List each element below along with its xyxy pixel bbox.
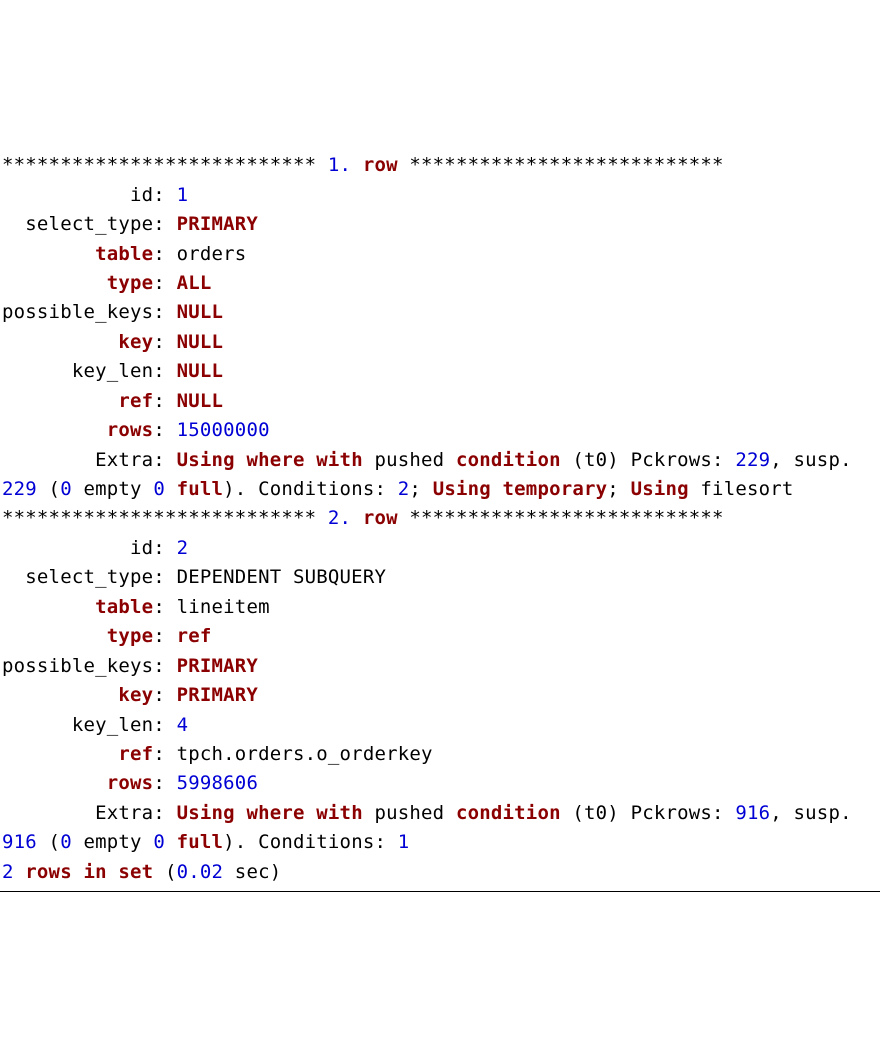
value-conditions: 2: [398, 478, 410, 500]
value-ref: tpch.orders.o_orderkey: [177, 743, 433, 765]
value-key: PRIMARY: [177, 684, 258, 706]
value-rows: 15000000: [177, 419, 270, 441]
value-pckrows: 229: [735, 449, 770, 471]
label-ref: ref: [118, 743, 153, 765]
label-table: table: [95, 596, 153, 618]
value-possible-keys: NULL: [177, 301, 224, 323]
value-rows: 5998606: [177, 772, 258, 794]
label-possible-keys: possible_keys:: [2, 655, 177, 677]
row-word: row: [363, 154, 398, 176]
value-susp: 916: [2, 831, 37, 853]
row-number: 2.: [328, 507, 351, 529]
value-pckrows: 916: [735, 802, 770, 824]
value-conditions: 1: [398, 831, 410, 853]
label-key-len: key_len:: [2, 360, 177, 382]
label-select-type: select_type:: [2, 213, 177, 235]
value-key-len: NULL: [177, 360, 224, 382]
label-extra: Extra:: [2, 802, 177, 824]
value-id: 1: [177, 184, 189, 206]
mysql-explain-output: *************************** 1. row *****…: [0, 147, 880, 892]
value-key: NULL: [177, 331, 224, 353]
row-number: 1.: [328, 154, 351, 176]
row-sep-stars: ***************************: [2, 154, 328, 176]
label-type: type: [107, 272, 154, 294]
value-key-len: 4: [177, 714, 189, 736]
label-extra: Extra:: [2, 449, 177, 471]
label-ref: ref: [118, 390, 153, 412]
row-word: row: [363, 507, 398, 529]
value-empty: 0: [60, 831, 72, 853]
label-rows: rows: [107, 419, 154, 441]
row-sep-stars: ***************************: [2, 507, 328, 529]
label-key: key: [118, 684, 153, 706]
value-ref: NULL: [177, 390, 224, 412]
footer-time: 0.02: [177, 861, 224, 883]
value-id: 2: [177, 537, 189, 559]
value-table: orders: [177, 243, 247, 265]
value-empty: 0: [60, 478, 72, 500]
value-select-type: DEPENDENT SUBQUERY: [177, 566, 387, 588]
value-full: 0: [153, 478, 165, 500]
label-type: type: [107, 625, 154, 647]
label-id: id:: [2, 184, 177, 206]
value-type: ALL: [177, 272, 212, 294]
label-select-type: select_type:: [2, 566, 177, 588]
value-susp: 229: [2, 478, 37, 500]
label-table: table: [95, 243, 153, 265]
label-possible-keys: possible_keys:: [2, 301, 177, 323]
footer-row-count: 2: [2, 861, 14, 883]
value-full: 0: [153, 831, 165, 853]
value-possible-keys: PRIMARY: [177, 655, 258, 677]
value-table: lineitem: [177, 596, 270, 618]
label-id: id:: [2, 537, 177, 559]
label-key: key: [118, 331, 153, 353]
label-key-len: key_len:: [2, 714, 177, 736]
value-select-type: PRIMARY: [177, 213, 258, 235]
label-rows: rows: [107, 772, 154, 794]
value-type: ref: [177, 625, 212, 647]
